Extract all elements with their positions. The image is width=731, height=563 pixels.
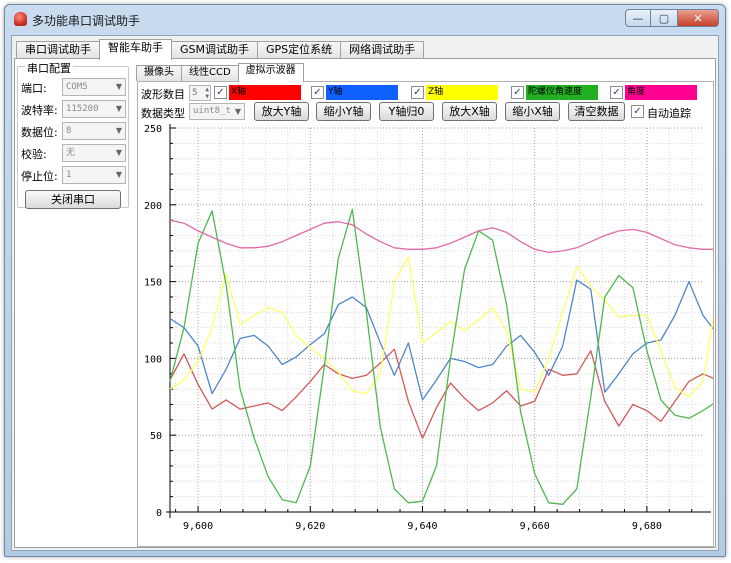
databits-label: 数据位: bbox=[21, 126, 58, 139]
baud-label: 波特率: bbox=[21, 104, 58, 117]
channel-2-checkbox[interactable]: ✓ bbox=[311, 86, 324, 99]
channel-4-label: 陀螺仪角速度 bbox=[526, 85, 598, 100]
channel-3-label: Z轴 bbox=[426, 85, 498, 100]
auto-track-checkbox[interactable]: ✓ bbox=[631, 105, 644, 118]
series-line-4 bbox=[169, 208, 713, 505]
port-select[interactable]: COM5 ▼ bbox=[62, 78, 126, 96]
chart-grid bbox=[170, 127, 703, 513]
sub-tabs: 摄像头 线性CCD 虚拟示波器 bbox=[136, 63, 304, 82]
databits-row: 数据位: 8 ▼ bbox=[21, 122, 127, 140]
stopbits-select[interactable]: 1 ▼ bbox=[62, 166, 126, 184]
tab-oscilloscope[interactable]: 虚拟示波器 bbox=[237, 63, 304, 82]
zoom-out-x-button[interactable]: 缩小X轴 bbox=[505, 102, 560, 121]
zoom-out-y-button[interactable]: 缩小Y轴 bbox=[316, 102, 371, 121]
series-line-5 bbox=[169, 219, 713, 254]
serial-config-title: 串口配置 bbox=[25, 60, 73, 76]
series-line-2 bbox=[169, 279, 713, 401]
baud-value: 115200 bbox=[66, 104, 99, 114]
port-value: COM5 bbox=[66, 82, 88, 92]
chart-series bbox=[169, 208, 713, 505]
clear-data-button[interactable]: 清空数据 bbox=[568, 102, 625, 121]
wave-count-label: 波形数目 bbox=[141, 88, 185, 101]
main-tabs: 串口调试助手 智能车助手 GSM调试助手 GPS定位系统 网络调试助手 bbox=[16, 39, 425, 60]
baud-row: 波特率: 115200 ▼ bbox=[21, 100, 127, 118]
oscilloscope-panel: 波形数目 5 ▲ ▼ ✓ X轴 ✓ Y轴 ✓ Z轴 ✓ 陀螺仪角速度 ✓ 角度 数据… bbox=[137, 81, 714, 547]
parity-label: 校验: bbox=[21, 148, 47, 161]
smart-car-panel: 串口配置 端口: COM5 ▼ 波特率: 115200 ▼ 数据位: 8 ▼ 校验: … bbox=[14, 58, 716, 548]
chart-ticks: 0 50 100 150 200 250 9,600 9,620 9,640 9,660 9,680 bbox=[144, 124, 693, 532]
chevron-down-icon: ▼ bbox=[115, 126, 122, 135]
y-tick-label: 150 bbox=[144, 278, 162, 289]
wave-count-value: 5 bbox=[192, 88, 198, 98]
window-controls: — ▢ ✕ bbox=[625, 9, 719, 27]
close-button[interactable]: ✕ bbox=[677, 9, 719, 27]
y-tick-label: 50 bbox=[150, 431, 162, 442]
control-row: 数据类型 uint8_t ▼ 放大Y轴 缩小Y轴 Y轴归0 放大X轴 缩小X轴 清… bbox=[141, 102, 711, 121]
tab-camera[interactable]: 摄像头 bbox=[136, 65, 182, 81]
chevron-down-icon: ▼ bbox=[115, 82, 122, 91]
zoom-in-x-button[interactable]: 放大X轴 bbox=[442, 102, 497, 121]
close-port-button[interactable]: 关闭串口 bbox=[25, 190, 121, 209]
tab-smart-car[interactable]: 智能车助手 bbox=[99, 39, 172, 60]
chart-axes bbox=[166, 124, 711, 518]
serial-config-group: 串口配置 端口: COM5 ▼ 波特率: 115200 ▼ 数据位: 8 ▼ 校验: … bbox=[17, 60, 129, 209]
y-tick-label: 100 bbox=[144, 354, 162, 365]
chevron-down-icon: ▼ bbox=[115, 104, 122, 113]
stopbits-value: 1 bbox=[66, 170, 72, 180]
data-type-value: uint8_t bbox=[193, 106, 231, 116]
channel-5-checkbox[interactable]: ✓ bbox=[610, 86, 623, 99]
tab-network-debug[interactable]: 网络调试助手 bbox=[340, 41, 425, 59]
chevron-down-icon: ▼ bbox=[115, 170, 122, 179]
y-tick-label: 0 bbox=[156, 508, 162, 519]
channel-row: 波形数目 5 ▲ ▼ ✓ X轴 ✓ Y轴 ✓ Z轴 ✓ 陀螺仪角速度 ✓ 角度 bbox=[141, 84, 711, 102]
channel-3-checkbox[interactable]: ✓ bbox=[411, 86, 424, 99]
chevron-down-icon: ▼ bbox=[115, 148, 122, 157]
port-label: 端口: bbox=[21, 82, 47, 95]
channel-4-checkbox[interactable]: ✓ bbox=[511, 86, 524, 99]
x-tick-label: 9,600 bbox=[183, 521, 213, 532]
parity-value: 无 bbox=[66, 148, 76, 158]
tab-gps[interactable]: GPS定位系统 bbox=[257, 41, 342, 59]
parity-select[interactable]: 无 ▼ bbox=[62, 144, 126, 162]
app-window: 多功能串口调试助手 — ▢ ✕ 串口调试助手 智能车助手 GSM调试助手 GPS… bbox=[4, 4, 726, 557]
tab-serial-debug[interactable]: 串口调试助手 bbox=[16, 41, 100, 59]
client-area: 串口调试助手 智能车助手 GSM调试助手 GPS定位系统 网络调试助手 串口配置… bbox=[11, 35, 719, 551]
oscilloscope-chart[interactable]: 0 50 100 150 200 250 9,600 9,620 9,640 9,660 9,680 bbox=[138, 122, 713, 546]
channel-1-checkbox[interactable]: ✓ bbox=[214, 86, 227, 99]
zoom-in-y-button[interactable]: 放大Y轴 bbox=[254, 102, 309, 121]
minimize-button[interactable]: — bbox=[625, 9, 651, 27]
chevron-down-icon: ▼ bbox=[234, 107, 241, 116]
maximize-button[interactable]: ▢ bbox=[651, 9, 677, 27]
series-line-3 bbox=[169, 256, 713, 398]
baud-select[interactable]: 115200 ▼ bbox=[62, 100, 126, 118]
stopbits-label: 停止位: bbox=[21, 170, 58, 183]
x-tick-label: 9,640 bbox=[407, 521, 437, 532]
tab-linear-ccd[interactable]: 线性CCD bbox=[181, 65, 239, 81]
data-type-select[interactable]: uint8_t ▼ bbox=[189, 103, 245, 120]
databits-select[interactable]: 8 ▼ bbox=[62, 122, 126, 140]
y-tick-label: 200 bbox=[144, 201, 162, 212]
channel-2-label: Y轴 bbox=[326, 85, 398, 100]
channel-5-label: 角度 bbox=[625, 85, 697, 100]
title-bar[interactable]: 多功能串口调试助手 — ▢ ✕ bbox=[5, 5, 725, 33]
wave-count-spinner[interactable]: 5 ▲ ▼ bbox=[189, 85, 211, 101]
stopbits-row: 停止位: 1 ▼ bbox=[21, 166, 127, 184]
channel-1-label: X轴 bbox=[229, 85, 301, 100]
y-tick-label: 250 bbox=[144, 124, 162, 135]
spin-arrows-icon: ▲ ▼ bbox=[205, 86, 209, 100]
auto-track-label: 自动追踪 bbox=[647, 107, 691, 120]
tab-gsm-debug[interactable]: GSM调试助手 bbox=[171, 41, 258, 59]
x-tick-label: 9,680 bbox=[632, 521, 662, 532]
x-tick-label: 9,620 bbox=[295, 521, 325, 532]
window-title: 多功能串口调试助手 bbox=[32, 14, 141, 28]
port-row: 端口: COM5 ▼ bbox=[21, 78, 127, 96]
app-logo-icon bbox=[14, 12, 27, 26]
x-tick-label: 9,660 bbox=[520, 521, 550, 532]
parity-row: 校验: 无 ▼ bbox=[21, 144, 127, 162]
databits-value: 8 bbox=[66, 126, 72, 136]
data-type-label: 数据类型 bbox=[141, 107, 185, 120]
y-reset-button[interactable]: Y轴归0 bbox=[379, 102, 434, 121]
